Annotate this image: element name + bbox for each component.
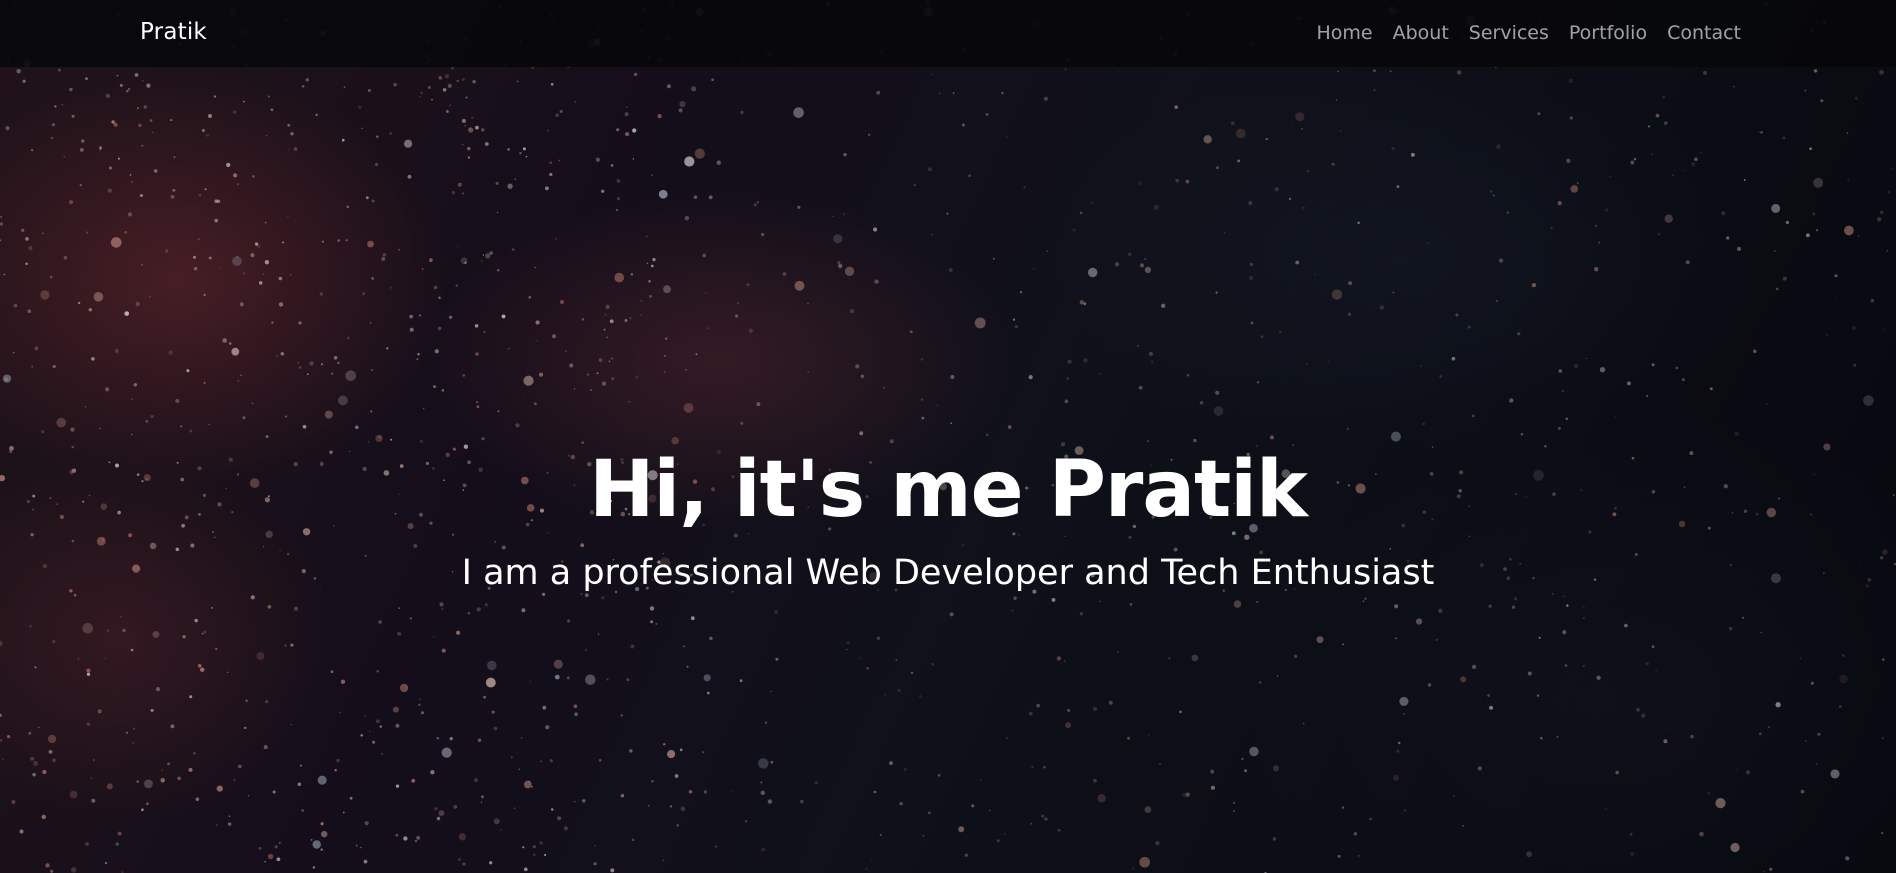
- nav-link-about[interactable]: About: [1383, 22, 1459, 44]
- hero-subtitle: I am a professional Web Developer and Te…: [461, 552, 1435, 593]
- hero-section: Hi, it's me Pratik I am a professional W…: [0, 445, 1896, 594]
- landing-page: Pratik Home About Services Portfolio Con…: [0, 0, 1896, 873]
- nav-link-portfolio[interactable]: Portfolio: [1559, 22, 1657, 44]
- nav-links: Home About Services Portfolio Contact: [1306, 22, 1751, 44]
- navbar: Pratik Home About Services Portfolio Con…: [0, 0, 1896, 67]
- hero-title: Hi, it's me Pratik: [589, 445, 1308, 535]
- nav-link-services[interactable]: Services: [1459, 22, 1559, 44]
- nav-link-home[interactable]: Home: [1306, 22, 1382, 44]
- hero-overlay: [0, 0, 1896, 873]
- brand-logo-link[interactable]: Pratik: [140, 19, 207, 45]
- nav-link-contact[interactable]: Contact: [1657, 22, 1751, 44]
